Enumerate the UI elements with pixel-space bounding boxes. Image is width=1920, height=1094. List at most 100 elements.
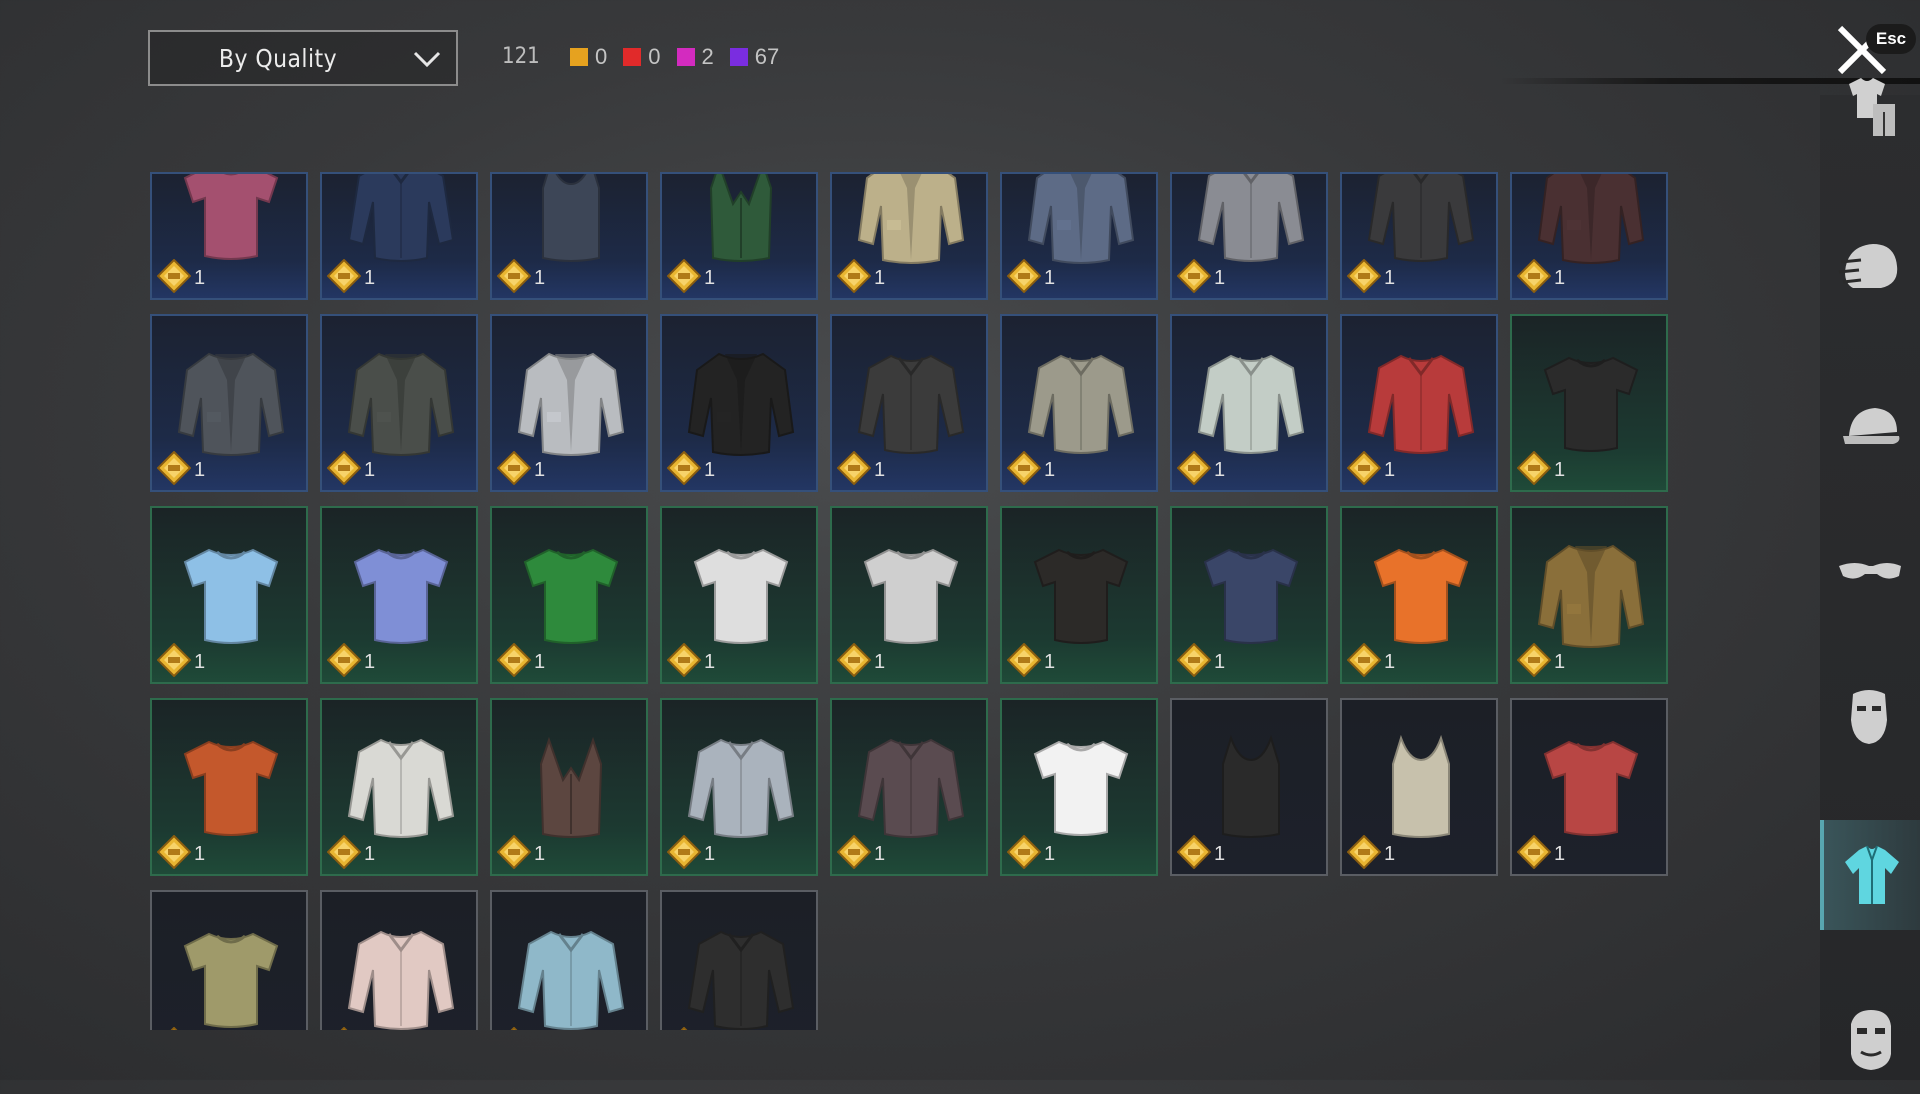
inventory-item[interactable]: 1 <box>1170 314 1328 492</box>
item-quantity: 1 <box>1214 843 1226 865</box>
quality-count: 0 <box>623 44 661 70</box>
inventory-item[interactable]: 1 <box>1510 506 1668 684</box>
hair-icon <box>1838 244 1898 288</box>
sort-dropdown-label: By Quality <box>218 43 338 73</box>
coin-icon <box>497 451 531 485</box>
category-tab-hair[interactable] <box>1820 212 1920 322</box>
inventory-item[interactable]: 1 <box>320 314 478 492</box>
coin-icon <box>1347 259 1381 293</box>
category-tab-outfit[interactable] <box>1820 50 1920 160</box>
inventory-item[interactable]: 1 <box>1340 314 1498 492</box>
face-icon <box>1851 1010 1891 1070</box>
inventory-item[interactable]: 1 <box>150 172 308 300</box>
inventory-item[interactable]: 1 <box>1000 314 1158 492</box>
category-sidebar <box>1820 78 1920 1080</box>
item-quantity: 1 <box>1554 843 1566 865</box>
inventory-item[interactable]: 1 <box>660 506 818 684</box>
inventory-item[interactable]: 1 <box>660 172 818 300</box>
item-quantity: 1 <box>1554 267 1566 289</box>
category-tab-face[interactable] <box>1820 984 1920 1094</box>
coin-icon <box>1007 835 1041 869</box>
inventory-grid-viewport[interactable]: 1 1 1 1 1 1 1 1 1 1 1 1 1 1 1 1 1 1 1 1 … <box>150 130 1680 1030</box>
tshirt-garment-icon <box>1373 548 1469 644</box>
tshirt-garment-icon <box>1203 548 1299 644</box>
inventory-item[interactable]: 1 <box>490 172 648 300</box>
tank-garment-icon <box>1392 734 1450 838</box>
quality-swatch <box>729 48 748 66</box>
inventory-item[interactable]: 1 <box>1510 698 1668 876</box>
inventory-item[interactable]: 1 <box>1000 506 1158 684</box>
coin-icon <box>327 259 361 293</box>
inventory-item[interactable]: 1 <box>1170 698 1328 876</box>
category-tab-mask[interactable] <box>1820 660 1920 770</box>
coin-icon <box>340 1027 348 1030</box>
inventory-item[interactable]: 1 <box>150 698 308 876</box>
coin-icon <box>510 1027 518 1030</box>
inventory-item[interactable]: 1 <box>490 314 648 492</box>
quality-count-value: 2 <box>701 44 714 69</box>
inventory-item[interactable]: 1 <box>1340 506 1498 684</box>
inventory-item[interactable]: 1 <box>320 506 478 684</box>
longsleeve-garment-icon <box>347 930 455 1030</box>
item-quantity: 1 <box>1384 843 1396 865</box>
inventory-item[interactable]: 1 <box>1000 172 1158 300</box>
coin-icon <box>837 835 871 869</box>
inventory-item[interactable]: 1 <box>1000 698 1158 876</box>
glasses-icon <box>1839 563 1901 579</box>
longsleeve-garment-icon <box>857 354 965 454</box>
inventory-item[interactable]: 1 <box>1170 506 1328 684</box>
inventory-item[interactable]: 1 <box>150 890 308 1030</box>
inventory-item[interactable]: 1 <box>1340 172 1498 300</box>
category-tab-eyewear[interactable] <box>1820 516 1920 626</box>
inventory-item[interactable]: 1 <box>830 698 988 876</box>
inventory-item[interactable]: 1 <box>1170 172 1328 300</box>
inventory-item[interactable]: 1 <box>490 890 648 1030</box>
inventory-item[interactable]: 1 <box>830 506 988 684</box>
coin-icon <box>1177 259 1211 293</box>
quality-count-value: 0 <box>648 44 661 69</box>
coin-icon <box>497 259 531 293</box>
coin-icon <box>667 259 701 293</box>
jacket-garment-icon <box>177 352 285 456</box>
tshirt-garment-icon <box>693 548 789 644</box>
inventory-item[interactable]: 1 <box>490 698 648 876</box>
inventory-item[interactable]: 1 <box>1510 314 1668 492</box>
coin-icon <box>1177 643 1211 677</box>
sort-dropdown[interactable]: By Quality <box>148 30 458 86</box>
jacket-garment-icon <box>517 352 625 456</box>
tshirt-garment-icon <box>1543 356 1639 452</box>
chevron-down-icon <box>413 51 441 68</box>
coin-icon <box>157 451 191 485</box>
quality-count: 0 <box>570 44 607 70</box>
coin-icon <box>1517 259 1551 293</box>
inventory-item[interactable]: 1 <box>660 314 818 492</box>
coin-icon <box>157 643 191 677</box>
jacket-garment-icon <box>687 352 795 456</box>
item-quantity: 1 <box>534 843 546 865</box>
inventory-item[interactable]: 1 <box>320 890 478 1030</box>
inventory-item[interactable]: 1 <box>490 506 648 684</box>
item-quantity: 1 <box>194 843 206 865</box>
inventory-item[interactable]: 1 <box>320 172 478 300</box>
inventory-item[interactable]: 1 <box>830 314 988 492</box>
inventory-item[interactable]: 1 <box>660 698 818 876</box>
inventory-item[interactable]: 1 <box>1340 698 1498 876</box>
coin-icon <box>680 1027 688 1030</box>
inventory-item[interactable]: 1 <box>150 506 308 684</box>
inventory-item[interactable]: 1 <box>320 698 478 876</box>
quality-count: 2 <box>676 44 714 70</box>
coin-icon <box>837 259 871 293</box>
item-quantity: 1 <box>364 843 376 865</box>
category-tab-hat[interactable] <box>1820 372 1920 482</box>
cap-icon <box>1843 408 1900 444</box>
inventory-item[interactable]: 1 <box>830 172 988 300</box>
inventory-item[interactable]: 1 <box>660 890 818 1030</box>
jacket-garment-icon <box>1027 174 1135 264</box>
coin-icon <box>1517 835 1551 869</box>
inventory-item[interactable]: 1 <box>150 314 308 492</box>
category-tab-top[interactable] <box>1820 820 1920 930</box>
item-quantity: 1 <box>1214 459 1226 481</box>
inventory-item[interactable]: 1 <box>1510 172 1668 300</box>
item-quantity: 1 <box>364 267 376 289</box>
coin-icon <box>327 451 361 485</box>
